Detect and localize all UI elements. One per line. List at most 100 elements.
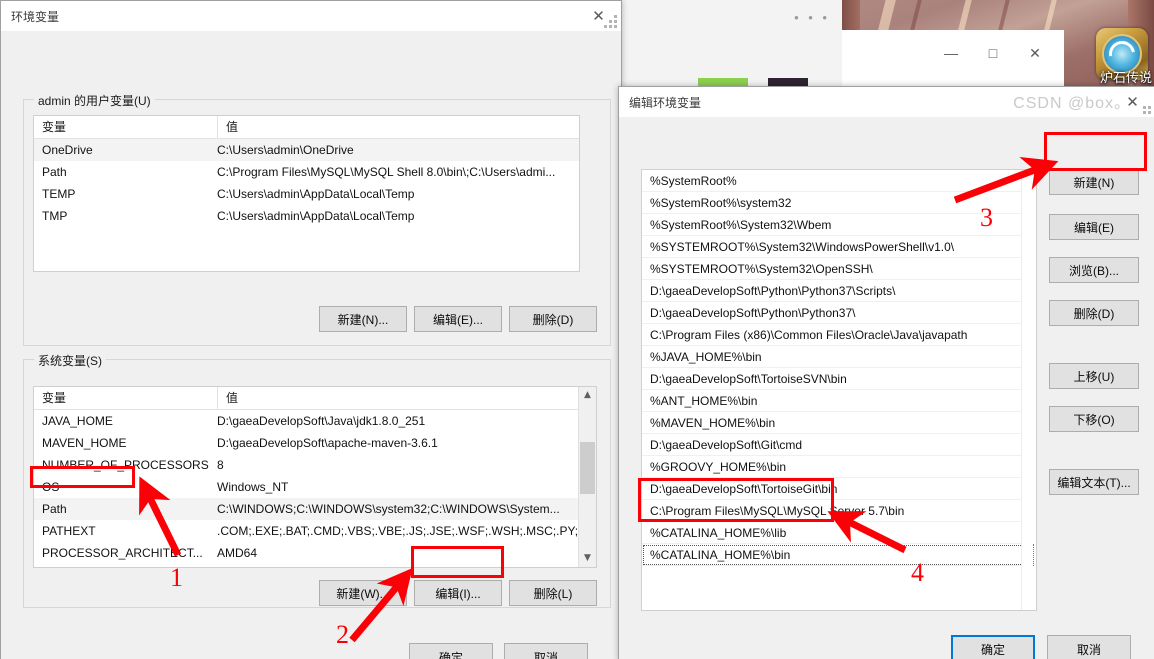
background-browser-window[interactable]: • • •: [620, 0, 842, 89]
edit-edit-button[interactable]: 编辑(E): [1049, 214, 1139, 240]
system-variables-table-header: 变量 值: [34, 387, 596, 410]
env-dialog-resize-grip[interactable]: [604, 15, 617, 28]
table-row[interactable]: MAVEN_HOME D:\gaeaDevelopSoft\apache-mav…: [34, 432, 596, 454]
cell-value: D:\gaeaDevelopSoft\apache-maven-3.6.1: [217, 436, 438, 450]
cell-value: 8: [217, 458, 224, 472]
system-col-variable: 变量: [34, 387, 218, 409]
cell-variable: PATHEXT: [42, 524, 96, 538]
cell-variable: Path: [42, 165, 67, 179]
list-item[interactable]: D:\gaeaDevelopSoft\Python\Python37\Scrip…: [642, 280, 1036, 302]
list-item[interactable]: %ANT_HOME%\bin: [642, 390, 1036, 412]
system-col-value: 值: [226, 391, 239, 405]
table-row[interactable]: OneDrive C:\Users\admin\OneDrive: [34, 139, 579, 161]
table-row[interactable]: OS Windows_NT: [34, 476, 596, 498]
env-dialog-titlebar[interactable]: 环境变量 ✕: [1, 1, 621, 31]
list-item-catalina-lib[interactable]: %CATALINA_HOME%\lib: [642, 522, 1036, 544]
system-variables-table[interactable]: 变量 值 JAVA_HOME D:\gaeaDevelopSoft\Java\j…: [33, 386, 597, 568]
user-variables-table-header: 变量 值: [34, 116, 579, 139]
path-entries-listbox[interactable]: %SystemRoot% %SystemRoot%\system32 %Syst…: [641, 169, 1037, 611]
cell-value: .COM;.EXE;.BAT;.CMD;.VBS;.VBE;.JS;.JSE;.…: [217, 524, 596, 538]
environment-variables-dialog: 环境变量 ✕ admin 的用户变量(U) 变量 值 OneDrive C:\U…: [0, 0, 622, 659]
background-close-button[interactable]: ✕: [1024, 42, 1046, 64]
user-variables-legend: admin 的用户变量(U): [34, 92, 155, 109]
edit-new-button[interactable]: 新建(N): [1049, 169, 1139, 195]
list-item[interactable]: D:\gaeaDevelopSoft\Git\cmd: [642, 434, 1036, 456]
cell-variable: TMP: [42, 209, 68, 223]
edit-edit-text-button[interactable]: 编辑文本(T)...: [1049, 469, 1139, 495]
env-ok-button[interactable]: 确定: [409, 643, 493, 659]
edit-dialog-resize-grip[interactable]: [1139, 102, 1151, 114]
system-delete-button[interactable]: 删除(L): [509, 580, 597, 606]
cell-value: C:\Program Files\MySQL\MySQL Shell 8.0\b…: [217, 165, 556, 179]
cell-variable: JAVA_HOME: [42, 414, 113, 428]
user-new-button[interactable]: 新建(N)...: [319, 306, 407, 332]
edit-move-up-button[interactable]: 上移(U): [1049, 363, 1139, 389]
system-variables-legend: 系统变量(S): [34, 352, 106, 369]
cell-variable: MAVEN_HOME: [42, 436, 127, 450]
cell-variable: PROCESSOR_ARCHITECT...: [42, 546, 203, 560]
browser-more-menu-icon[interactable]: • • •: [794, 10, 830, 25]
list-item[interactable]: %GROOVY_HOME%\bin: [642, 456, 1036, 478]
list-item[interactable]: D:\gaeaDevelopSoft\Python\Python37\: [642, 302, 1036, 324]
table-row[interactable]: JAVA_HOME D:\gaeaDevelopSoft\Java\jdk1.8…: [34, 410, 596, 432]
edit-browse-button[interactable]: 浏览(B)...: [1049, 257, 1139, 283]
table-row-path[interactable]: Path C:\WINDOWS;C:\WINDOWS\system32;C:\W…: [34, 498, 596, 520]
path-list-scrollbar[interactable]: [1021, 170, 1036, 610]
table-row[interactable]: TEMP C:\Users\admin\AppData\Local\Temp: [34, 183, 579, 205]
cell-variable: OneDrive: [42, 143, 93, 157]
user-col-variable: 变量: [34, 116, 218, 138]
system-variables-scrollbar[interactable]: ▲ ▼: [578, 387, 596, 567]
edit-move-down-button[interactable]: 下移(O): [1049, 406, 1139, 432]
cell-variable: NUMBER_OF_PROCESSORS: [42, 458, 209, 472]
list-item[interactable]: C:\Program Files\MySQL\MySQL Server 5.7\…: [642, 500, 1036, 522]
cell-value: C:\Users\admin\AppData\Local\Temp: [217, 187, 415, 201]
user-col-value: 值: [226, 120, 239, 134]
env-dialog-title: 环境变量: [11, 9, 60, 24]
edit-ok-button[interactable]: 确定: [951, 635, 1035, 659]
cell-value: AMD64: [217, 546, 258, 560]
user-delete-button[interactable]: 删除(D): [509, 306, 597, 332]
list-item[interactable]: D:\gaeaDevelopSoft\TortoiseSVN\bin: [642, 368, 1036, 390]
scrollbar-thumb[interactable]: [580, 442, 595, 494]
list-item[interactable]: %SystemRoot%\System32\Wbem: [642, 214, 1036, 236]
table-row[interactable]: PATHEXT .COM;.EXE;.BAT;.CMD;.VBS;.VBE;.J…: [34, 520, 596, 542]
cell-variable: TEMP: [42, 187, 76, 201]
list-item[interactable]: %SYSTEMROOT%\System32\OpenSSH\: [642, 258, 1036, 280]
list-item-catalina-bin[interactable]: %CATALINA_HOME%\bin: [642, 544, 1036, 566]
csdn-watermark: CSDN @box。: [1013, 95, 1131, 112]
background-minimize-button[interactable]: —: [940, 42, 962, 64]
edit-cancel-button[interactable]: 取消: [1047, 635, 1131, 659]
cell-variable: OS: [42, 480, 60, 494]
hearthstone-label: 炉石传说: [1099, 70, 1152, 85]
cell-value: Windows_NT: [217, 480, 289, 494]
background-maximize-button[interactable]: □: [982, 42, 1004, 64]
list-item[interactable]: C:\Program Files (x86)\Common Files\Orac…: [642, 324, 1036, 346]
table-row[interactable]: NUMBER_OF_PROCESSORS 8: [34, 454, 596, 476]
cell-variable: Path: [42, 502, 67, 516]
edit-environment-variable-dialog: 编辑环境变量 ✕ %SystemRoot% %SystemRoot%\syste…: [618, 86, 1154, 659]
system-new-button[interactable]: 新建(W)...: [319, 580, 407, 606]
cell-value: C:\Users\admin\OneDrive: [217, 143, 354, 157]
scroll-up-icon[interactable]: ▲: [579, 387, 596, 404]
list-item[interactable]: %SYSTEMROOT%\System32\WindowsPowerShell\…: [642, 236, 1036, 258]
list-item[interactable]: %SystemRoot%\system32: [642, 192, 1036, 214]
list-item[interactable]: %JAVA_HOME%\bin: [642, 346, 1036, 368]
scroll-down-icon[interactable]: ▼: [579, 550, 596, 567]
cell-value: C:\WINDOWS;C:\WINDOWS\system32;C:\WINDOW…: [217, 502, 560, 516]
env-cancel-button[interactable]: 取消: [504, 643, 588, 659]
background-white-window: — □ ✕: [842, 30, 1064, 88]
system-edit-button[interactable]: 编辑(I)...: [414, 580, 502, 606]
table-row[interactable]: TMP C:\Users\admin\AppData\Local\Temp: [34, 205, 579, 227]
user-variables-table[interactable]: 变量 值 OneDrive C:\Users\admin\OneDrive Pa…: [33, 115, 580, 272]
edit-delete-button[interactable]: 删除(D): [1049, 300, 1139, 326]
list-item[interactable]: %MAVEN_HOME%\bin: [642, 412, 1036, 434]
edit-dialog-title: 编辑环境变量: [629, 95, 702, 110]
table-row[interactable]: Path C:\Program Files\MySQL\MySQL Shell …: [34, 161, 579, 183]
list-item[interactable]: D:\gaeaDevelopSoft\TortoiseGit\bin: [642, 478, 1036, 500]
screen-root: • • • 炉石传说 — □ ✕ 环境变量 ✕ admin 的用户变量(U) 变…: [0, 0, 1154, 659]
list-item[interactable]: %SystemRoot%: [642, 170, 1036, 192]
table-row[interactable]: PROCESSOR_ARCHITECT... AMD64: [34, 542, 596, 564]
user-edit-button[interactable]: 编辑(E)...: [414, 306, 502, 332]
cell-value: D:\gaeaDevelopSoft\Java\jdk1.8.0_251: [217, 414, 426, 428]
cell-value: C:\Users\admin\AppData\Local\Temp: [217, 209, 415, 223]
